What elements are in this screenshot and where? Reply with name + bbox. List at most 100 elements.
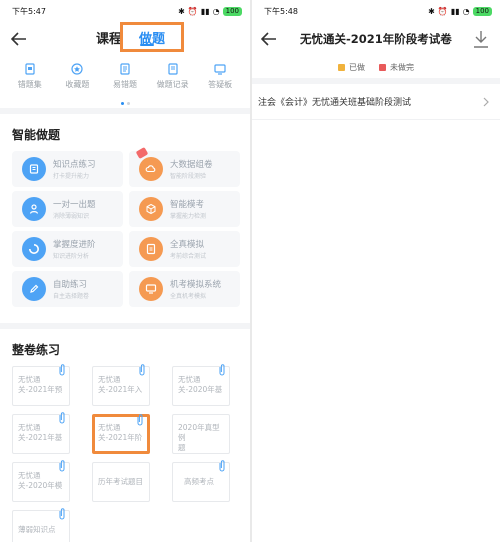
- pencil-icon: [22, 277, 46, 301]
- paperclip-icon: [59, 412, 65, 424]
- download-icon[interactable]: [472, 29, 490, 49]
- paper-line1: 历年考试题目: [98, 477, 143, 486]
- top-nav: 无忧通关-2021年阶段考试卷: [252, 22, 500, 56]
- quick-item-label: 收藏题: [65, 80, 90, 89]
- paper-icon: [139, 237, 163, 261]
- signal-icon: ▮▮: [200, 6, 210, 16]
- tab-bar: 课程 做题: [96, 22, 184, 52]
- signal-icon: ▮▮: [450, 6, 460, 16]
- paper-card[interactable]: 2020年真型例 题: [172, 414, 230, 454]
- smart-card-big-data-paper[interactable]: 大数据组卷 智能阶段测验: [129, 147, 240, 187]
- paper-card[interactable]: 无忧通 关-2021年基: [12, 412, 70, 454]
- card-subtitle: 消除薄弱知识: [53, 213, 90, 220]
- full-paper-grid: 无忧通 关-2021年预 无忧通 关-2021年入 无忧通 关-2020年基 无…: [0, 364, 250, 542]
- notebook-icon: [25, 63, 35, 75]
- card-subtitle: 全真机考模拟: [170, 293, 207, 300]
- paper-card[interactable]: 高频考点: [172, 460, 230, 502]
- battery-icon: 100: [222, 6, 242, 16]
- page-indicator: [0, 98, 250, 108]
- card-title: 一对一出题: [53, 200, 96, 210]
- paperclip-icon: [59, 508, 65, 520]
- status-legend: 已做 未做完: [252, 56, 500, 78]
- paper-line2: 关-2021年预: [18, 385, 63, 394]
- status-bar: 下午5:47 ✱ ⏰ ▮▮ ◔ 100: [0, 0, 250, 22]
- card-title: 知识点练习: [53, 160, 96, 170]
- paper-card[interactable]: 历年考试题目: [92, 462, 150, 502]
- status-time: 下午5:47: [12, 6, 46, 16]
- smart-card-knowledge-practice[interactable]: 知识点练习 打卡提升能力: [12, 151, 123, 187]
- quick-access-row: 错题集 收藏题 易错题 做题记录 答疑板: [0, 56, 250, 98]
- quick-item-favorites[interactable]: 收藏题: [54, 62, 102, 98]
- alarm-icon: ⏰: [437, 6, 448, 16]
- wifi-icon: ◔: [212, 6, 220, 16]
- legend-done-label: 已做: [349, 62, 365, 72]
- quick-item-label: 答疑板: [208, 80, 233, 89]
- card-title: 智能模考: [170, 200, 205, 210]
- paperclip-icon: [59, 460, 65, 472]
- bluetooth-icon: ✱: [178, 6, 185, 16]
- paperclip-icon: [219, 460, 225, 472]
- paper-line1: 2020年真型例: [178, 423, 220, 442]
- tab-course[interactable]: 课程: [96, 28, 122, 47]
- paper-card[interactable]: 无忧通 关-2021年预: [12, 364, 70, 406]
- legend-undone: 未做完: [379, 62, 414, 73]
- paper-line1: 薄弱知识点: [18, 525, 56, 534]
- legend-undone-label: 未做完: [390, 62, 414, 72]
- paperclip-icon: [137, 414, 143, 426]
- back-arrow-icon[interactable]: [8, 28, 30, 50]
- paperclip-icon: [139, 364, 145, 376]
- smart-card-smart-mock[interactable]: 智能模考 掌握能力检测: [129, 191, 240, 227]
- paper-line2: 关-2020年基: [178, 385, 223, 394]
- smart-card-one-on-one[interactable]: 一对一出题消除薄弱知识: [12, 191, 123, 227]
- status-time: 下午5:48: [264, 6, 298, 16]
- full-paper-title: 整卷练习: [12, 343, 61, 357]
- paper-line1: 高频考点: [184, 477, 214, 486]
- paper-line2: 题: [178, 443, 186, 452]
- paperclip-icon: [59, 364, 65, 376]
- legend-done: 已做: [338, 62, 365, 73]
- status-icons: ✱ ⏰ ▮▮ ◔ 100: [428, 6, 492, 16]
- book-icon: [22, 157, 46, 181]
- paper-card[interactable]: 无忧通 关-2020年基: [172, 364, 230, 406]
- chevron-right-icon: [483, 97, 489, 106]
- monitor-icon: [139, 277, 163, 301]
- done-color-swatch: [338, 63, 345, 71]
- smart-practice-title: 智能做题: [12, 128, 61, 142]
- card-subtitle: 考前综合测试: [170, 253, 207, 260]
- star-icon: [71, 63, 83, 75]
- smart-card-mastery-advance[interactable]: 掌握度进阶 知识进阶分析: [12, 231, 123, 267]
- smart-card-full-simulation[interactable]: 全真模拟考前综合测试: [129, 231, 240, 267]
- smart-card-self-practice[interactable]: 自助练习 自主选择题卷: [12, 271, 123, 307]
- paper-card[interactable]: 薄弱知识点: [12, 508, 70, 542]
- paper-card[interactable]: 无忧通 关-2021年入: [92, 364, 150, 406]
- page-title: 无忧通关-2021年阶段考试卷: [300, 32, 452, 46]
- tab-practice[interactable]: 做题: [120, 22, 184, 52]
- person-icon: [22, 197, 46, 221]
- quick-item-wrong-questions[interactable]: 错题集: [6, 62, 54, 98]
- wifi-icon: ◔: [462, 6, 470, 16]
- paper-card[interactable]: 无忧通 关-2020年模: [12, 460, 70, 502]
- paper-line2: 关-2020年模: [18, 481, 63, 490]
- progress-icon: [22, 237, 46, 261]
- quick-item-error-prone[interactable]: 易错题: [101, 62, 149, 98]
- quick-item-label: 易错题: [112, 80, 137, 89]
- page-dot-active: [120, 101, 124, 105]
- battery-icon: 100: [472, 6, 492, 16]
- quick-item-records[interactable]: 做题记录: [149, 62, 197, 98]
- card-subtitle: 知识进阶分析: [53, 253, 90, 260]
- left-screen: 下午5:47 ✱ ⏰ ▮▮ ◔ 100 课程 做题 错题集 收藏题 易错题 做题…: [0, 0, 250, 542]
- card-title: 全真模拟: [170, 240, 205, 250]
- paper-line2: 关-2021年阶: [98, 433, 143, 442]
- smart-card-computer-exam[interactable]: 机考模拟系统 全真机考模拟: [129, 271, 240, 307]
- document-icon: [120, 63, 130, 75]
- exam-list-item[interactable]: 注会《会计》无忧通关班基础阶段测试: [252, 84, 500, 120]
- top-nav: 课程 做题: [0, 22, 250, 56]
- exam-item-title: 注会《会计》无忧通关班基础阶段测试: [258, 98, 412, 108]
- card-subtitle: 智能阶段测验: [170, 173, 207, 180]
- alarm-icon: ⏰: [187, 6, 198, 16]
- back-arrow-icon[interactable]: [258, 28, 280, 50]
- paper-card-selected[interactable]: 无忧通 关-2021年阶: [92, 414, 150, 454]
- record-icon: [167, 63, 178, 75]
- quick-item-qa-board[interactable]: 答疑板: [196, 62, 244, 98]
- cube-icon: [139, 197, 163, 221]
